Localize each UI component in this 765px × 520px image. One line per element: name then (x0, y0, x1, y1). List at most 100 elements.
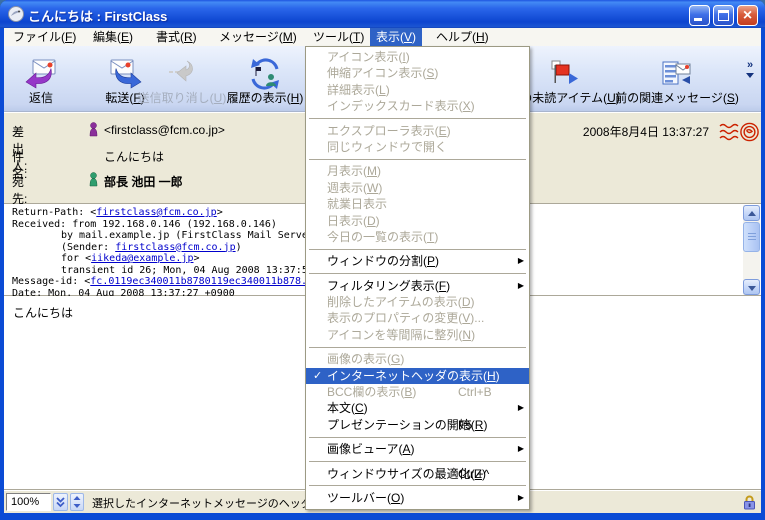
menu-separator (309, 273, 526, 274)
menu-shortcut: Ctrl+B (458, 384, 492, 400)
menu-item-optimize-window-size[interactable]: ウィンドウサイズの最適化(Z)Ctrl+^ (306, 466, 529, 482)
menu-view[interactable]: 表示(V) (370, 28, 422, 46)
menu-item-toolbar[interactable]: ツールバー(O) (306, 490, 529, 506)
menu-help[interactable]: ヘルプ(H) (430, 28, 495, 46)
headers-scrollbar[interactable] (743, 205, 760, 295)
double-chevron-down-icon (54, 494, 67, 510)
scrollbar-thumb[interactable] (743, 222, 760, 252)
reply-icon (23, 57, 59, 91)
menu-item-split-window[interactable]: ウィンドウの分割(P) (306, 253, 529, 269)
menu-item-filtering-view[interactable]: フィルタリング表示(F) (306, 278, 529, 294)
header-line-message-id: Message-id: <fc.0119ec340011b8780119ec34… (12, 276, 337, 287)
history-button[interactable]: 履歴の表示(H) (222, 52, 308, 106)
menu-item-workday-view[interactable]: 就業日表示 (306, 196, 529, 212)
scroll-down-icon[interactable] (743, 279, 760, 295)
maximize-button[interactable] (713, 5, 734, 26)
view-menu-dropdown: アイコン表示(I) 伸縮アイコン表示(S) 詳細表示(L) インデックスカード表… (305, 46, 530, 510)
checkmark-icon (313, 368, 322, 384)
recipient-person-icon (88, 172, 99, 187)
minimize-button[interactable] (689, 5, 710, 26)
history-icon (249, 57, 281, 91)
menu-file[interactable]: ファイル(F) (7, 28, 82, 46)
header-line-for: for <iikeda@example.jp> (61, 253, 200, 264)
menu-item-week-view[interactable]: 週表示(W) (306, 180, 529, 196)
menu-separator (309, 461, 526, 462)
menu-item-today-list-view[interactable]: 今日の一覧の表示(T) (306, 229, 529, 245)
message-id-link[interactable]: fc.0119ec340011b8780119ec340011b878.11b8… (90, 276, 337, 287)
message-body-text: こんにちは (13, 304, 73, 321)
menu-separator (309, 159, 526, 160)
menu-item-show-images[interactable]: 画像の表示(G) (306, 351, 529, 367)
submenu-arrow-icon (518, 400, 524, 416)
submenu-arrow-icon (518, 253, 524, 269)
menu-item-show-internet-headers[interactable]: インターネットヘッダの表示(H) (306, 368, 529, 384)
menu-message[interactable]: メッセージ(M) (213, 28, 303, 46)
submenu-arrow-icon (518, 278, 524, 294)
menu-item-change-view-properties[interactable]: 表示のプロパティの変更(V)... (306, 310, 529, 326)
window-border-bottom (0, 513, 765, 520)
unsend-icon (165, 57, 199, 91)
menu-item-show-deleted-items[interactable]: 削除したアイテムの表示(D) (306, 294, 529, 310)
spinner-arrows-icon (71, 494, 83, 510)
subject-value: こんにちは (104, 148, 164, 165)
title-bar: こんにちは : FirstClass (0, 0, 765, 28)
menu-separator (309, 249, 526, 250)
menu-item-scaled-icon-view[interactable]: 伸縮アイコン表示(S) (306, 65, 529, 81)
menu-separator (309, 347, 526, 348)
header-line-received: Received: from 192.168.0.146 (192.168.0.… (12, 219, 277, 230)
reply-label: 返信 (29, 91, 53, 106)
recipient-link[interactable]: iikeda@example.jp (91, 253, 193, 264)
scroll-up-icon[interactable] (743, 205, 760, 221)
previous-related-message-icon (660, 57, 694, 91)
submenu-arrow-icon (518, 490, 524, 506)
menu-format[interactable]: 書式(R) (150, 28, 203, 46)
unsend-label: 送信取り消し(U) (138, 91, 227, 106)
menu-item-start-presentation[interactable]: プレゼンテーションの開始(R)F5 (306, 417, 529, 433)
close-button[interactable] (737, 5, 758, 26)
menu-item-open-same-window[interactable]: 同じウィンドウで開く (306, 139, 529, 155)
return-path-link[interactable]: firstclass@fcm.co.jp (96, 207, 216, 218)
toolbar-overflow-chevron-icon[interactable]: » (742, 60, 758, 78)
menu-tools[interactable]: ツール(T) (307, 28, 370, 46)
menu-separator (309, 485, 526, 486)
window-icon (7, 5, 25, 23)
to-label: 宛先: (12, 173, 27, 207)
menu-item-index-card-view[interactable]: インデックスカード表示(X) (306, 98, 529, 114)
menu-item-icon-view[interactable]: アイコン表示(I) (306, 49, 529, 65)
zoom-spinner[interactable] (70, 493, 84, 511)
menu-item-month-view[interactable]: 月表示(M) (306, 163, 529, 179)
previous-related-message-button[interactable]: 前の関連メッセージ(S) (622, 52, 732, 106)
zoom-level-box[interactable]: 100% (6, 493, 51, 511)
menu-item-explorer-view[interactable]: エクスプローラ表示(E) (306, 123, 529, 139)
menu-item-show-bcc-field[interactable]: BCC欄の表示(B)Ctrl+B (306, 384, 529, 400)
menu-item-image-viewer[interactable]: 画像ビューア(A) (306, 441, 529, 457)
header-line-return-path: Return-Path: <firstclass@fcm.co.jp> (12, 207, 223, 218)
firstclass-message-window: こんにちは : FirstClass ファイル(F) 編集(E) 書式(R) メ… (0, 0, 765, 520)
menu-separator (309, 437, 526, 438)
zoom-dropdown-button[interactable] (53, 493, 68, 511)
previous-related-label: 前の関連メッセージ(S) (615, 91, 739, 106)
menu-bar: ファイル(F) 編集(E) 書式(R) メッセージ(M) ツール(T) 表示(V… (4, 28, 761, 46)
message-date: 2008年8月4日 13:37:27 (583, 123, 709, 140)
from-value: <firstclass@fcm.co.jp> (104, 123, 225, 137)
menu-separator (309, 118, 526, 119)
menu-item-arrange-icons[interactable]: アイコンを等間隔に整列(N) (306, 327, 529, 343)
sent-stamp-icon (719, 119, 759, 145)
lock-icon (741, 493, 758, 510)
unsend-button[interactable]: 送信取り消し(U) (142, 52, 222, 106)
next-unread-flag-icon (548, 57, 580, 91)
menu-shortcut: Ctrl+^ (458, 466, 489, 482)
submenu-arrow-icon (518, 441, 524, 457)
menu-edit[interactable]: 編集(E) (87, 28, 139, 46)
to-value: 部長 池田 一郎 (104, 173, 183, 190)
menu-item-body[interactable]: 本文(C) (306, 400, 529, 416)
sender-person-icon (88, 122, 99, 137)
menu-item-detail-view[interactable]: 詳細表示(L) (306, 82, 529, 98)
menu-item-day-view[interactable]: 日表示(D) (306, 213, 529, 229)
window-title: こんにちは : FirstClass (28, 6, 167, 25)
sender-link[interactable]: firstclass@fcm.co.jp (115, 242, 235, 253)
history-label: 履歴の表示(H) (227, 91, 304, 106)
window-border-right (761, 28, 765, 520)
window-border-left (0, 28, 4, 520)
reply-button[interactable]: 返信 (8, 52, 74, 106)
